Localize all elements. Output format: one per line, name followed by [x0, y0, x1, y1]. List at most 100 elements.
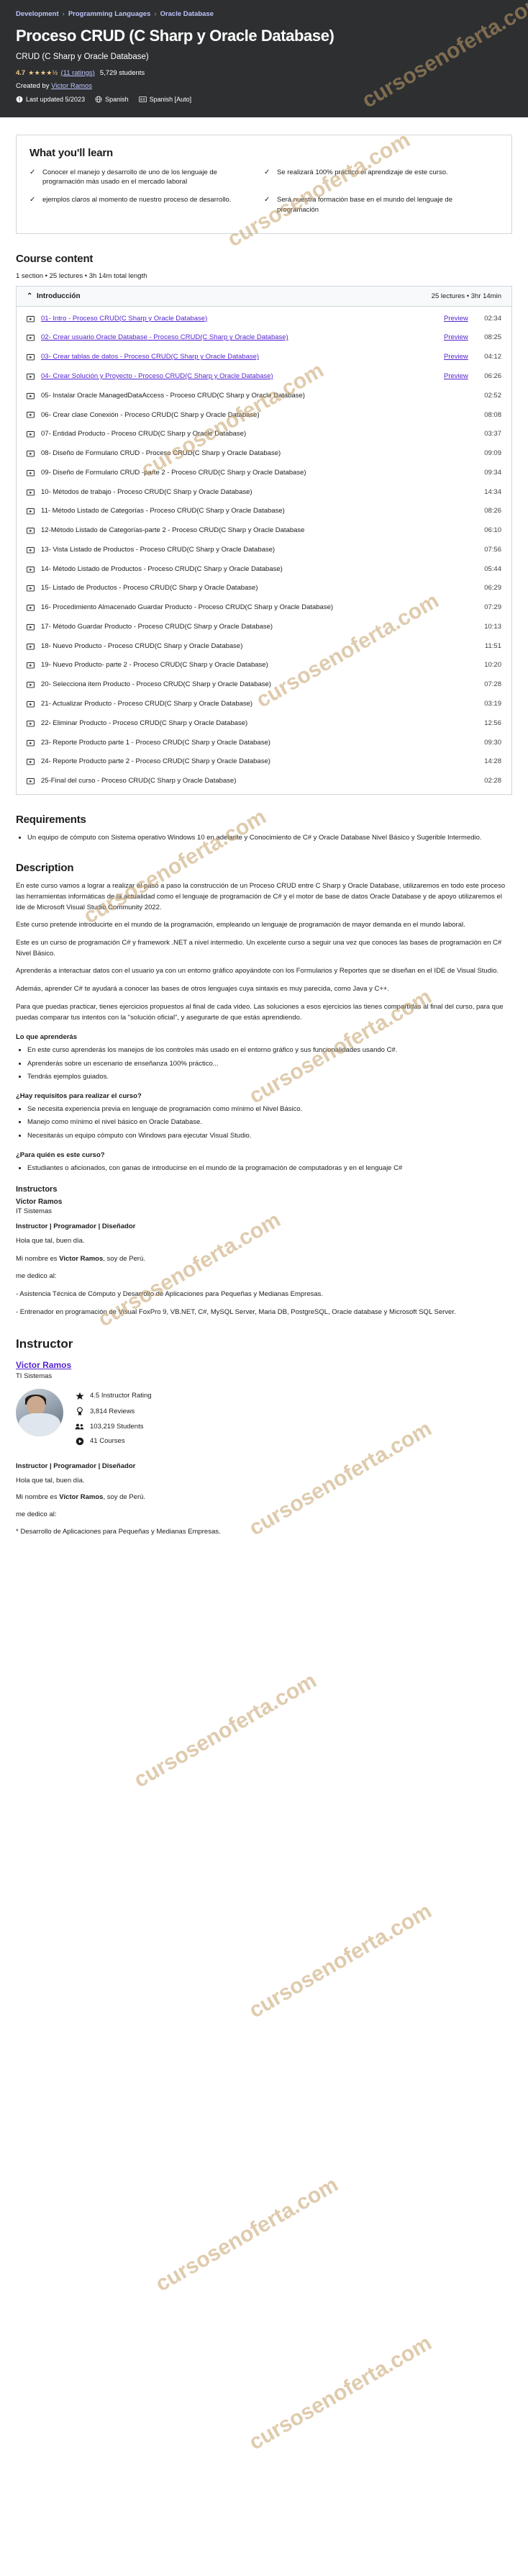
description-paragraph: Este es un curso de programación C# y fr…	[16, 938, 502, 958]
lecture-title: 06- Crear clase Conexión - Proceso CRUD(…	[41, 410, 260, 419]
captions-text: Spanish [Auto]	[149, 95, 192, 103]
lecture-row[interactable]: 21- Actualizar Producto - Proceso CRUD(C…	[17, 695, 511, 714]
breadcrumb-item-oracle-database[interactable]: Oracle Database	[160, 10, 214, 18]
lecture-row[interactable]: 06- Crear clase Conexión - Proceso CRUD(…	[17, 406, 511, 425]
lecture-title: 20- Selecciona item Producto - Proceso C…	[41, 680, 271, 689]
lecture-row[interactable]: 20- Selecciona item Producto - Proceso C…	[17, 675, 511, 695]
video-icon	[27, 776, 41, 787]
instructor-name-bold: Victor Ramos	[59, 1254, 104, 1263]
lecture-row[interactable]: 05- Instalar Oracle ManagedDataAccess - …	[17, 387, 511, 406]
instructor-name-inline: Victor Ramos	[16, 1198, 63, 1206]
watermark: cursosenoferta.com	[245, 1899, 436, 2023]
language-text: Spanish	[105, 95, 129, 103]
lecture-duration: 09:30	[484, 738, 501, 747]
curriculum-section-header[interactable]: ⌃ Introducción 25 lectures • 3hr 14min	[17, 286, 511, 307]
video-icon	[27, 314, 41, 325]
lecture-row[interactable]: 22- Eliminar Producto - Proceso CRUD(C S…	[17, 714, 511, 734]
audience-list: Estudiantes o aficionados, con ganas de …	[16, 1163, 512, 1174]
lecture-duration: 06:26	[484, 371, 501, 380]
course-content-title: Course content	[16, 252, 94, 265]
instructor-role-inline: IT Sistemas	[16, 1207, 52, 1215]
breadcrumb-item-development[interactable]: Development	[16, 10, 59, 18]
requirements-question-heading: ¿Hay requisitos para realizar el curso?	[16, 1092, 142, 1100]
lecture-title: 19- Nuevo Producto- parte 2 - Proceso CR…	[41, 661, 268, 670]
instructor-subtitle: TI Sistemas	[16, 1372, 53, 1380]
lecture-title: 25-Final del curso - Proceso CRUD(C Shar…	[41, 777, 237, 785]
lecture-title[interactable]: 03- Crear tablas de datos - Proceso CRUD…	[41, 352, 444, 362]
instructor-paragraph: - Asistencia Técnica de Cómputo y Desarr…	[16, 1290, 324, 1299]
lecture-row[interactable]: 03- Crear tablas de datos - Proceso CRUD…	[17, 348, 511, 367]
lecture-title: 14- Método Listado de Productos - Proces…	[41, 564, 283, 573]
info-icon	[16, 96, 23, 103]
instructor-block-paragraph: Hola que tal, buen día.	[16, 1476, 85, 1485]
preview-link[interactable]: Preview	[444, 371, 477, 382]
lecture-row[interactable]: 14- Método Listado de Productos - Proces…	[17, 560, 511, 580]
captions-meta: Spanish [Auto]	[138, 95, 192, 103]
lecture-row[interactable]: 10- Métodos de trabajo - Proceso CRUD(C …	[17, 483, 511, 503]
star-icon	[75, 1392, 84, 1400]
video-icon	[27, 719, 41, 729]
lecture-row[interactable]: 24- Reporte Producto parte 2 - Proceso C…	[17, 752, 511, 772]
lecture-duration: 07:56	[484, 545, 501, 554]
lecture-row[interactable]: 09- Diseño de Formulario CRUD -parte 2 -…	[17, 464, 511, 483]
lecture-row[interactable]: 12-Método Listado de Categorías-parte 2 …	[17, 521, 511, 541]
requirements-question-item: Necesitarás un equipo cómputo con Window…	[27, 1131, 512, 1141]
lecture-row[interactable]: 15- Listado de Productos - Proceso CRUD(…	[17, 579, 511, 598]
lecture-row[interactable]: 07- Entidad Producto - Proceso CRUD(C Sh…	[17, 425, 511, 444]
created-by-label: Created by	[16, 81, 50, 90]
lecture-title: 13- Vista Listado de Productos - Proceso…	[41, 545, 276, 554]
lecture-duration: 08:25	[484, 333, 501, 342]
lecture-duration: 09:09	[484, 449, 501, 458]
requirements-question-item: Se necesita experiencia previa en lengua…	[27, 1104, 512, 1114]
lecture-title[interactable]: 02- Crear usuario Oracle Database - Proc…	[41, 333, 444, 343]
lecture-row[interactable]: 13- Vista Listado de Productos - Proceso…	[17, 541, 511, 560]
description-body: En este curso vamos a lograr a realizar …	[16, 881, 512, 1318]
globe-icon	[95, 96, 102, 103]
instructor-section-title: Instructor	[16, 1336, 73, 1351]
instructor-paragraph: Hola que tal, buen día.	[16, 1237, 85, 1245]
lecture-row[interactable]: 19- Nuevo Producto- parte 2 - Proceso CR…	[17, 656, 511, 675]
check-icon: ✓	[264, 168, 270, 176]
language-meta: Spanish	[95, 96, 129, 103]
video-icon	[27, 699, 41, 710]
preview-link[interactable]: Preview	[444, 314, 477, 324]
video-icon	[27, 333, 41, 343]
preview-link[interactable]: Preview	[444, 333, 477, 343]
last-updated-text: Last updated 5/2023	[26, 95, 86, 103]
preview-link[interactable]: Preview	[444, 352, 477, 362]
lecture-title[interactable]: 04- Crear Solución y Proyecto - Proceso …	[41, 371, 444, 382]
chevron-up-icon[interactable]: ⌃	[27, 292, 37, 300]
lecture-row[interactable]: 02- Crear usuario Oracle Database - Proc…	[17, 328, 511, 348]
stat-label: 3,814 Reviews	[90, 1407, 135, 1415]
closed-caption-icon	[138, 96, 147, 103]
lecture-row[interactable]: 18- Nuevo Producto - Proceso CRUD(C Shar…	[17, 637, 511, 657]
lecture-title: 12-Método Listado de Categorías-parte 2 …	[41, 526, 305, 535]
video-icon	[27, 487, 41, 498]
video-icon	[27, 352, 41, 363]
instructor-profile-link[interactable]: Victor Ramos	[16, 1360, 512, 1370]
lecture-row[interactable]: 16- Procedimiento Almacenado Guardar Pro…	[17, 598, 511, 618]
lecture-title: 11- Método Listado de Categorías - Proce…	[41, 507, 285, 515]
lecture-row[interactable]: 04- Crear Solución y Proyecto - Proceso …	[17, 367, 511, 387]
lecture-row[interactable]: 23- Reporte Producto parte 1 - Proceso C…	[17, 734, 511, 753]
lecture-duration: 07:29	[484, 603, 501, 612]
stat-label: 103,219 Students	[90, 1422, 144, 1431]
ratings-count-link[interactable]: (11 ratings)	[61, 69, 95, 77]
lecture-row[interactable]: 17- Método Guardar Producto - Proceso CR…	[17, 618, 511, 637]
breadcrumb-item-programming-languages[interactable]: Programming Languages	[68, 10, 151, 18]
author-link[interactable]: Victor Ramos	[51, 82, 92, 90]
stat-label: 4.5 Instructor Rating	[90, 1392, 152, 1400]
stat-instructor-rating: 4.5 Instructor Rating	[75, 1392, 512, 1400]
stat-label: 41 Courses	[90, 1437, 125, 1446]
breadcrumb-separator: ›	[154, 10, 157, 18]
video-icon	[27, 660, 41, 671]
lecture-row[interactable]: 11- Método Listado de Categorías - Proce…	[17, 502, 511, 521]
course-subtitle: CRUD (C Sharp y Oracle Database)	[16, 52, 149, 61]
lecture-row[interactable]: 01- Intro - Proceso CRUD(C Sharp y Oracl…	[17, 310, 511, 329]
lecture-title[interactable]: 01- Intro - Proceso CRUD(C Sharp y Oracl…	[41, 314, 444, 324]
video-icon	[27, 583, 41, 594]
lecture-row[interactable]: 25-Final del curso - Proceso CRUD(C Shar…	[17, 772, 511, 791]
lecture-row[interactable]: 08- Diseño de Formulario CRUD - Proceso …	[17, 444, 511, 464]
video-icon	[27, 371, 41, 382]
learn-item-label: ejemplos claros al momento de nuestro pr…	[42, 196, 232, 204]
